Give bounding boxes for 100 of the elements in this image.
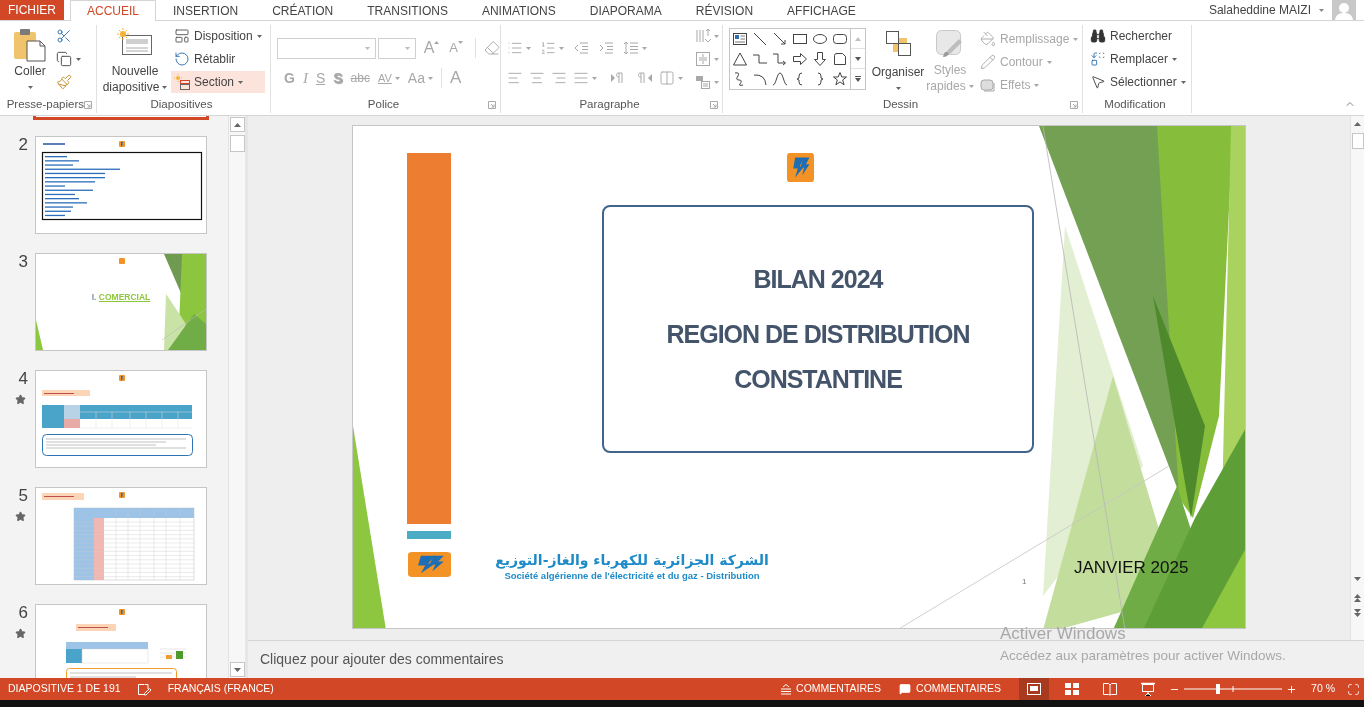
zoom-thumb[interactable] bbox=[1216, 684, 1221, 694]
pencil-icon bbox=[980, 54, 996, 70]
scroll-down-icon[interactable] bbox=[233, 667, 241, 672]
caret-icon bbox=[256, 34, 262, 38]
curve-icon[interactable] bbox=[772, 71, 788, 87]
zoom-in-icon[interactable] bbox=[1286, 683, 1298, 695]
slide-thumbnail[interactable]: I. COMERCIAL bbox=[35, 253, 207, 351]
section-title: I. COMERCIAL bbox=[91, 291, 151, 304]
oval-icon[interactable] bbox=[812, 31, 828, 47]
up-caret-icon bbox=[434, 41, 440, 44]
block-arrow-right-icon[interactable] bbox=[792, 51, 808, 67]
triangle-icon[interactable] bbox=[732, 51, 748, 67]
activation-text: Accédez aux paramètres pour activer Windows. bbox=[1000, 647, 1286, 664]
flowchart-shape-icon[interactable] bbox=[832, 51, 848, 67]
section-button[interactable]: Section bbox=[171, 71, 265, 93]
group-label: Diapositives bbox=[150, 96, 213, 112]
account-name[interactable]: Salaheddine MAIZI bbox=[1208, 1, 1311, 19]
caret-icon bbox=[714, 80, 719, 84]
caret-icon bbox=[592, 76, 597, 80]
company-logo bbox=[787, 153, 814, 182]
text-box-icon[interactable] bbox=[732, 31, 748, 47]
slide-counter[interactable]: DIAPOSITIVE 1 DE 191 bbox=[8, 681, 121, 697]
star-icon[interactable] bbox=[832, 71, 848, 87]
block-arrow-down-icon[interactable] bbox=[812, 51, 828, 67]
new-slide-button[interactable]: Nouvelle diapositive bbox=[102, 25, 168, 96]
pointer-icon bbox=[1090, 74, 1106, 90]
accent-stripe bbox=[407, 531, 451, 539]
ribbon-tab[interactable]: TRANSITIONS bbox=[350, 0, 465, 21]
caret-icon bbox=[394, 76, 400, 80]
gallery-down-icon[interactable] bbox=[855, 56, 861, 61]
next-slide-icon[interactable] bbox=[1354, 608, 1361, 617]
scissors-icon[interactable] bbox=[56, 28, 72, 44]
scroll-up-icon[interactable] bbox=[1354, 121, 1361, 126]
arrow-line-icon[interactable] bbox=[772, 31, 788, 47]
comments-button[interactable]: COMMENTAIRES bbox=[895, 678, 1006, 700]
find-button[interactable]: Rechercher bbox=[1088, 25, 1191, 47]
ribbon-tab[interactable]: ANIMATIONS bbox=[464, 0, 573, 21]
ribbon-tab[interactable]: CRÉATION bbox=[255, 0, 351, 21]
ribbon-tab[interactable]: INSERTION bbox=[156, 0, 256, 21]
dialog-launcher-icon[interactable] bbox=[84, 100, 92, 109]
gallery-more-icon[interactable] bbox=[855, 75, 861, 82]
ribbon-tab[interactable]: ACCUEIL bbox=[70, 0, 156, 21]
scrollbar[interactable] bbox=[228, 116, 245, 678]
ribbon-tab[interactable]: RÉVISION bbox=[678, 0, 771, 21]
ribbon-tab[interactable]: DIAPORAMA bbox=[572, 0, 679, 21]
rounded-rectangle-icon[interactable] bbox=[832, 31, 848, 47]
ribbon-tab[interactable]: AFFICHAGE bbox=[770, 0, 873, 21]
clipboard-icon bbox=[13, 28, 47, 62]
zoom-slider[interactable] bbox=[1184, 684, 1283, 694]
slide-date: JANVIER 2025 bbox=[1074, 558, 1189, 578]
notes-button[interactable]: COMMENTAIRES bbox=[777, 678, 886, 700]
caret-icon bbox=[404, 46, 410, 50]
caret-icon bbox=[1180, 80, 1186, 84]
zoom-level[interactable]: 70 % bbox=[1311, 681, 1335, 697]
font-name-field[interactable] bbox=[277, 37, 377, 59]
scroll-thumb[interactable] bbox=[1351, 133, 1364, 149]
scrollbar[interactable] bbox=[1350, 116, 1364, 640]
paintbrush-icon[interactable] bbox=[56, 74, 72, 90]
proofing-icon[interactable] bbox=[136, 682, 152, 696]
slide-number: 4 bbox=[18, 370, 28, 388]
language-indicator[interactable]: FRANÇAIS (FRANCE) bbox=[167, 681, 274, 697]
binoculars-icon bbox=[1090, 28, 1106, 44]
font-size-field[interactable] bbox=[378, 37, 416, 59]
slide-thumbnail[interactable] bbox=[35, 604, 207, 678]
caret-icon bbox=[1046, 60, 1052, 64]
slide-thumbnail[interactable] bbox=[35, 370, 207, 468]
scroll-up-icon[interactable] bbox=[233, 122, 241, 127]
slide-thumbnail[interactable] bbox=[33, 116, 209, 120]
rectangle-icon[interactable] bbox=[792, 31, 808, 47]
slide-number: 5 bbox=[18, 487, 28, 505]
section-icon bbox=[174, 74, 190, 90]
group-label: Paragraphe bbox=[579, 96, 640, 112]
new-slide-icon bbox=[117, 28, 153, 56]
previous-slide-icon[interactable] bbox=[1354, 593, 1361, 602]
layout-button[interactable]: Disposition bbox=[171, 25, 265, 47]
scroll-down-icon[interactable] bbox=[1354, 576, 1361, 581]
paste-button[interactable]: Coller bbox=[10, 25, 50, 96]
caret-icon bbox=[427, 76, 433, 80]
caret-icon bbox=[968, 84, 974, 88]
slide-thumbnail[interactable] bbox=[35, 487, 207, 585]
line-icon[interactable] bbox=[752, 31, 768, 47]
slide-title: BILAN 2024 bbox=[753, 264, 883, 294]
arrange-button[interactable]: Organiser bbox=[870, 28, 926, 96]
caret-icon bbox=[526, 46, 531, 50]
reset-button[interactable]: Rétablir bbox=[171, 48, 265, 70]
copy-icon[interactable] bbox=[56, 51, 72, 67]
fit-to-window-icon[interactable] bbox=[1347, 682, 1360, 696]
slide-thumbnail[interactable] bbox=[35, 136, 207, 234]
scroll-thumb[interactable] bbox=[229, 135, 245, 152]
select-button[interactable]: Sélectionner bbox=[1088, 71, 1191, 93]
caret-icon bbox=[27, 86, 33, 89]
normal-view-icon[interactable] bbox=[1019, 678, 1050, 700]
paint-bucket-icon bbox=[980, 31, 996, 47]
arc-icon[interactable] bbox=[752, 71, 768, 87]
shapes-gallery[interactable] bbox=[729, 28, 866, 90]
elbow-arrow-icon[interactable] bbox=[772, 51, 788, 67]
slide-number: 6 bbox=[18, 604, 28, 622]
replace-button[interactable]: Remplacer bbox=[1088, 48, 1191, 70]
file-tab[interactable]: FICHIER bbox=[0, 0, 64, 20]
dialog-launcher-icon[interactable] bbox=[1070, 100, 1078, 109]
